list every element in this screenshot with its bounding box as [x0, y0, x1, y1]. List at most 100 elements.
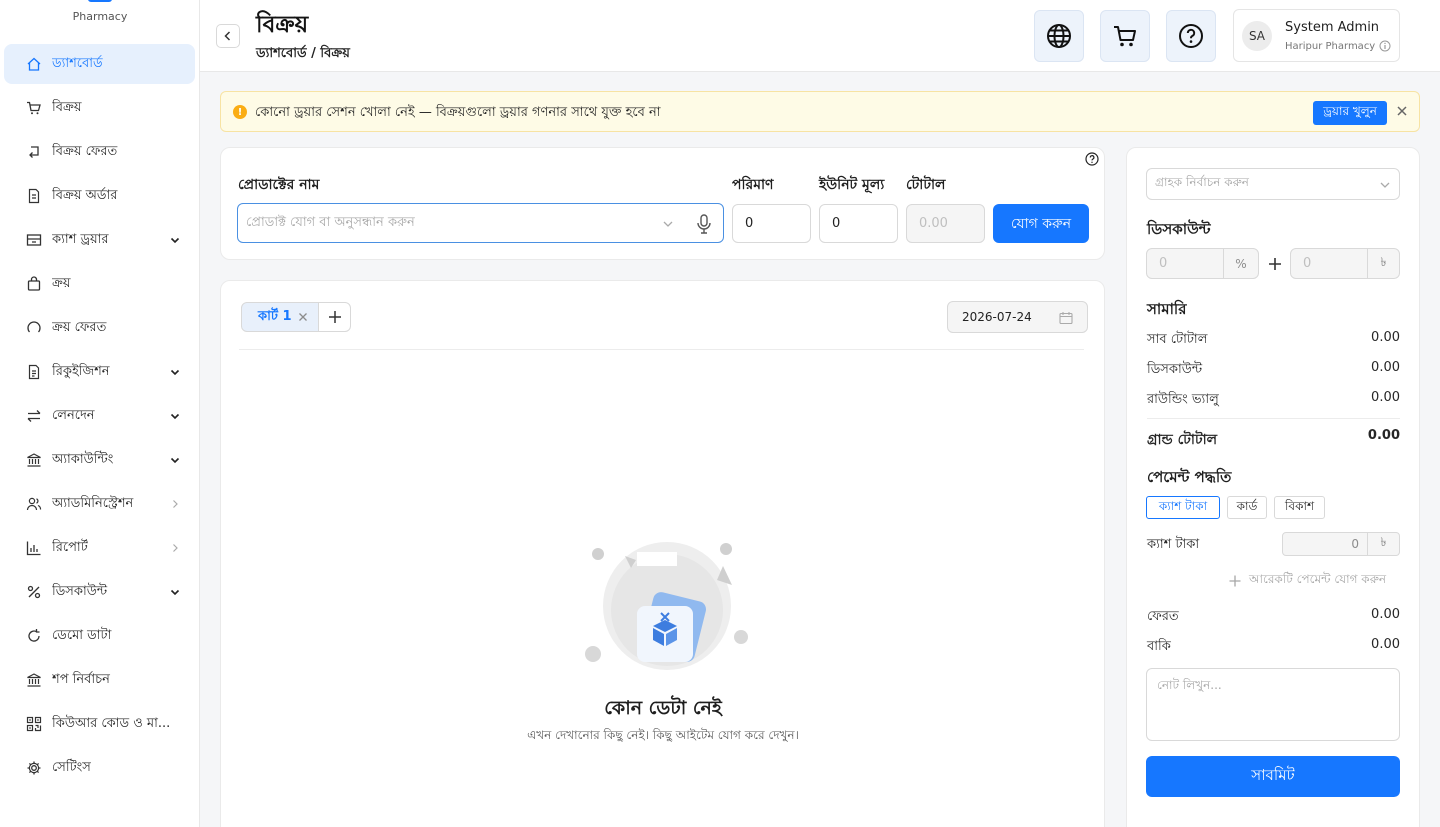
sidebar-item-2[interactable]: বিক্রয়	[4, 88, 195, 128]
reload-icon	[28, 629, 40, 642]
plus-icon	[1269, 258, 1281, 270]
sale-date-picker[interactable]: 2026-07-24	[947, 301, 1088, 333]
help-button[interactable]	[1166, 10, 1216, 62]
chevron-down-icon	[1380, 182, 1390, 188]
gear-icon	[27, 761, 41, 775]
currency-suffix: ৳	[1367, 248, 1400, 279]
close-icon[interactable]	[1395, 104, 1409, 118]
discount-amount-input[interactable]: 0	[1290, 248, 1368, 279]
discount-title: ডিসকাউন্ট	[1147, 220, 1211, 238]
chevron-down-icon	[170, 237, 180, 244]
sidebar-item-4[interactable]: বিক্রয় অর্ডার	[4, 176, 195, 216]
total-input: 0.00	[906, 204, 985, 243]
quantity-label: পরিমাণ	[732, 177, 774, 193]
rounding-row: রাউন্ডিং ভ্যালু 0.00	[1147, 390, 1400, 411]
add-product-button[interactable]: যোগ করুন	[993, 204, 1089, 243]
quantity-input[interactable]: 0	[732, 204, 811, 243]
product-search-placeholder: প্রোডাক্ট যোগ বা অনুসন্ধান করুন	[246, 214, 415, 230]
sidebar: Pharmacy ড্যাশবোর্ড বিক্রয় বিক্রয় ফেরত বি…	[0, 0, 200, 827]
grand-total-row: গ্রান্ড টোটাল 0.00	[1147, 428, 1400, 452]
sidebar-item-16[interactable]: কিউআর কোড ও মা...	[4, 704, 195, 744]
sidebar-nav: ড্যাশবোর্ড বিক্রয় বিক্রয় ফেরত বিক্রয় অর্…	[4, 44, 195, 792]
sidebar-item-label: কিউআর কোড ও মা...	[52, 715, 171, 731]
payment-option-card[interactable]: কার্ড	[1227, 496, 1267, 519]
sidebar-item-7[interactable]: ক্রয় ফেরত	[4, 308, 195, 348]
sidebar-item-label: রিকুইজিশন	[52, 363, 110, 379]
brand-subtitle: Pharmacy	[72, 10, 128, 23]
add-cart-tab-button[interactable]	[318, 302, 351, 332]
top-header: বিক্রয় ড্যাশবোর্ড / বিক্রয় SA System A…	[200, 0, 1440, 72]
sidebar-item-1[interactable]: ড্যাশবোর্ড	[4, 44, 195, 84]
summary-divider	[1147, 418, 1400, 419]
add-payment-button[interactable]: আরেকটি পেমেন্ট যোগ করুন	[1229, 571, 1386, 591]
discount-value: 0.00	[1371, 360, 1400, 375]
cart-button[interactable]	[1100, 10, 1150, 62]
due-value: 0.00	[1371, 637, 1400, 652]
sidebar-item-label: সেটিংস	[52, 759, 91, 775]
info-icon[interactable]	[1379, 40, 1391, 52]
language-button[interactable]	[1034, 10, 1084, 62]
tab-cart-1[interactable]: কার্ট 1	[241, 302, 319, 332]
sidebar-item-12[interactable]: রিপোর্ট	[4, 528, 195, 568]
microphone-icon[interactable]	[696, 214, 712, 234]
submit-button[interactable]: সাবমিট	[1146, 756, 1400, 797]
breadcrumb[interactable]: ড্যাশবোর্ড / বিক্রয়	[256, 44, 350, 65]
note-textarea[interactable]: নোট লিখুন...	[1146, 668, 1400, 741]
chevron-down-icon	[170, 457, 180, 464]
open-drawer-button[interactable]: ড্রয়ার খুলুন	[1313, 101, 1387, 125]
payment-option-cash[interactable]: ক্যাশ টাকা	[1146, 496, 1220, 519]
plus-icon	[328, 311, 341, 323]
sidebar-item-label: লেনদেন	[52, 407, 95, 423]
empty-state-description: এখন দেখানোর কিছু নেই। কিছু আইটেম যোগ করে…	[527, 728, 799, 742]
sidebar-item-14[interactable]: ডেমো ডাটা	[4, 616, 195, 656]
user-menu[interactable]: SA System Admin Haripur Pharmacy	[1233, 9, 1400, 62]
product-search-input[interactable]: প্রোডাক্ট যোগ বা অনুসন্ধান করুন	[237, 203, 724, 243]
product-entry-card: প্রোডাক্টের নাম পরিমাণ ইউনিট মূল্য টোটাল…	[220, 147, 1105, 260]
cart-tab-label: কার্ট 1	[258, 308, 292, 324]
user-name: System Admin	[1285, 20, 1380, 35]
unit-price-label: ইউনিট মূল্য	[819, 177, 885, 193]
chevron-down-icon	[663, 221, 673, 227]
cash-amount-input[interactable]: 0	[1282, 532, 1368, 556]
sidebar-item-label: ক্রয়	[52, 275, 71, 291]
sidebar-item-label: বিক্রয় অর্ডার	[52, 187, 118, 203]
file-icon	[28, 188, 40, 204]
back-button[interactable]	[216, 24, 240, 48]
sidebar-item-11[interactable]: অ্যাডমিনিস্ট্রেশন	[4, 484, 195, 524]
bank-icon	[27, 453, 41, 467]
sidebar-item-17[interactable]: সেটিংস	[4, 748, 195, 788]
close-icon[interactable]	[298, 312, 308, 322]
warning-icon: !	[233, 105, 247, 119]
payment-option-bkash[interactable]: বিকাশ	[1274, 496, 1325, 519]
empty-box-illustration	[585, 542, 748, 670]
file-text-icon	[28, 364, 40, 380]
cash-amount-label: ক্যাশ টাকা	[1147, 537, 1200, 552]
chevron-down-icon	[170, 369, 180, 376]
grand-total-label: গ্রান্ড টোটাল	[1147, 432, 1218, 448]
discount-percent-input[interactable]: 0	[1146, 248, 1224, 279]
sidebar-item-3[interactable]: বিক্রয় ফেরত	[4, 132, 195, 172]
customer-select[interactable]: গ্রাহক নির্বাচন করুন	[1146, 168, 1400, 200]
change-value: 0.00	[1371, 607, 1400, 622]
sidebar-item-9[interactable]: লেনদেন	[4, 396, 195, 436]
unit-price-input[interactable]: 0	[819, 204, 898, 243]
help-circle-icon[interactable]	[1085, 152, 1099, 166]
discount-row: ডিসকাউন্ট 0.00	[1147, 360, 1400, 381]
sidebar-item-6[interactable]: ক্রয়	[4, 264, 195, 304]
globe-icon	[1047, 24, 1071, 48]
drawer-icon	[26, 234, 42, 246]
subtotal-row: সাব টোটাল 0.00	[1147, 330, 1400, 351]
alert-message: কোনো ড্রয়ার সেশন খোলা নেই — বিক্রয়গুলো…	[255, 105, 661, 120]
user-org: Haripur Pharmacy	[1285, 40, 1391, 52]
shop-icon	[27, 673, 41, 687]
chevron-down-icon	[170, 589, 180, 596]
sidebar-item-15[interactable]: শপ নির্বাচন	[4, 660, 195, 700]
sidebar-item-label: বিক্রয় ফেরত	[52, 143, 118, 159]
percent-icon	[27, 585, 41, 599]
sidebar-item-8[interactable]: রিকুইজিশন	[4, 352, 195, 392]
sidebar-item-13[interactable]: ডিসকাউন্ট	[4, 572, 195, 612]
sidebar-item-10[interactable]: অ্যাকাউন্টিং	[4, 440, 195, 480]
cash-currency-suffix: ৳	[1367, 532, 1400, 556]
user-org-label: Haripur Pharmacy	[1285, 40, 1376, 52]
sidebar-item-5[interactable]: ক্যাশ ড্রয়ার	[4, 220, 195, 260]
